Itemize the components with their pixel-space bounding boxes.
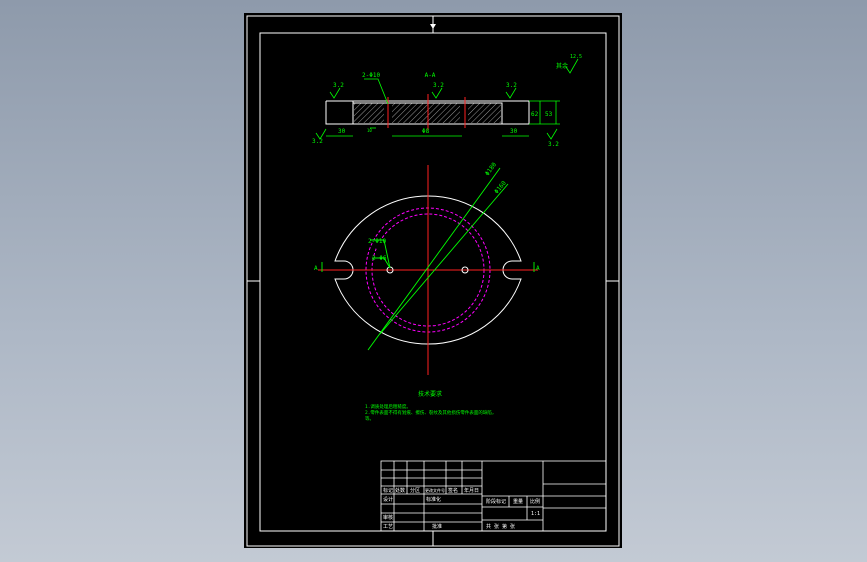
tb-process: 工艺 — [383, 524, 393, 530]
hatch-left — [354, 103, 384, 123]
hole-callout-2: 2-Φ6 — [372, 255, 387, 262]
tech-line-1: 1.调质处理后粗糙度。 — [365, 403, 411, 410]
dim-height-inner: 62 — [531, 111, 539, 118]
tb-design: 设计 — [383, 496, 393, 503]
dim-left: 30 — [338, 128, 346, 135]
section-hole-callout: 2-Φ10 — [362, 72, 380, 79]
tb-label-2: 分区 — [410, 487, 420, 494]
tb-stage: 阶段标记 — [486, 498, 506, 505]
tech-line-3: 等。 — [365, 415, 374, 422]
roughness-note-label: 其余 — [556, 62, 568, 70]
section-mark-left: A — [314, 265, 318, 272]
tb-label-3: 更改文件号 — [425, 487, 445, 493]
hatch-right — [468, 103, 501, 123]
tb-approve: 批准 — [432, 523, 442, 530]
tb-label-4: 签名 — [448, 487, 458, 494]
hatch-center — [392, 103, 460, 123]
tb-review: 审核 — [383, 514, 393, 521]
cad-viewport[interactable]: A-A 3.2 3.2 3.2 3.2 3.2 2-Φ10 30 Φ8 30 6… — [0, 0, 867, 562]
tb-label-1: 处数 — [395, 487, 405, 494]
dim-center: Φ8 — [422, 128, 430, 135]
roughness-bottom-left: 3.2 — [312, 138, 323, 145]
roughness-top-right: 3.2 — [506, 82, 517, 89]
tech-line-2: 2.零件表面不得有划痕、擦伤、裂纹及其他损伤零件表面的缺陷， — [365, 409, 496, 416]
hole-callout-1: 2-Φ10 — [368, 238, 386, 245]
tb-standardize: 标准化 — [426, 496, 441, 503]
roughness-top-left: 3.2 — [333, 82, 344, 89]
section-mark-right: A — [536, 265, 540, 272]
tb-label-0: 标记 — [383, 487, 393, 494]
tb-label-5: 年月日 — [464, 487, 479, 494]
tech-title: 技术要求 — [418, 390, 442, 398]
dim-height-outer: 53 — [545, 111, 553, 118]
dim-right: 30 — [510, 128, 518, 135]
roughness-note-value: 12.5 — [570, 54, 582, 60]
tb-weight: 重量 — [513, 498, 523, 505]
tb-scale: 比例 — [530, 498, 540, 505]
roughness-bottom-right: 3.2 — [548, 141, 559, 148]
section-title: A-A — [425, 72, 436, 79]
roughness-top-center: 3.2 — [433, 82, 444, 89]
tb-sheet-info: 共 张 第 张 — [486, 523, 515, 530]
dim-small: 10 — [367, 128, 372, 133]
tb-scale-value: 1:1 — [531, 511, 540, 517]
